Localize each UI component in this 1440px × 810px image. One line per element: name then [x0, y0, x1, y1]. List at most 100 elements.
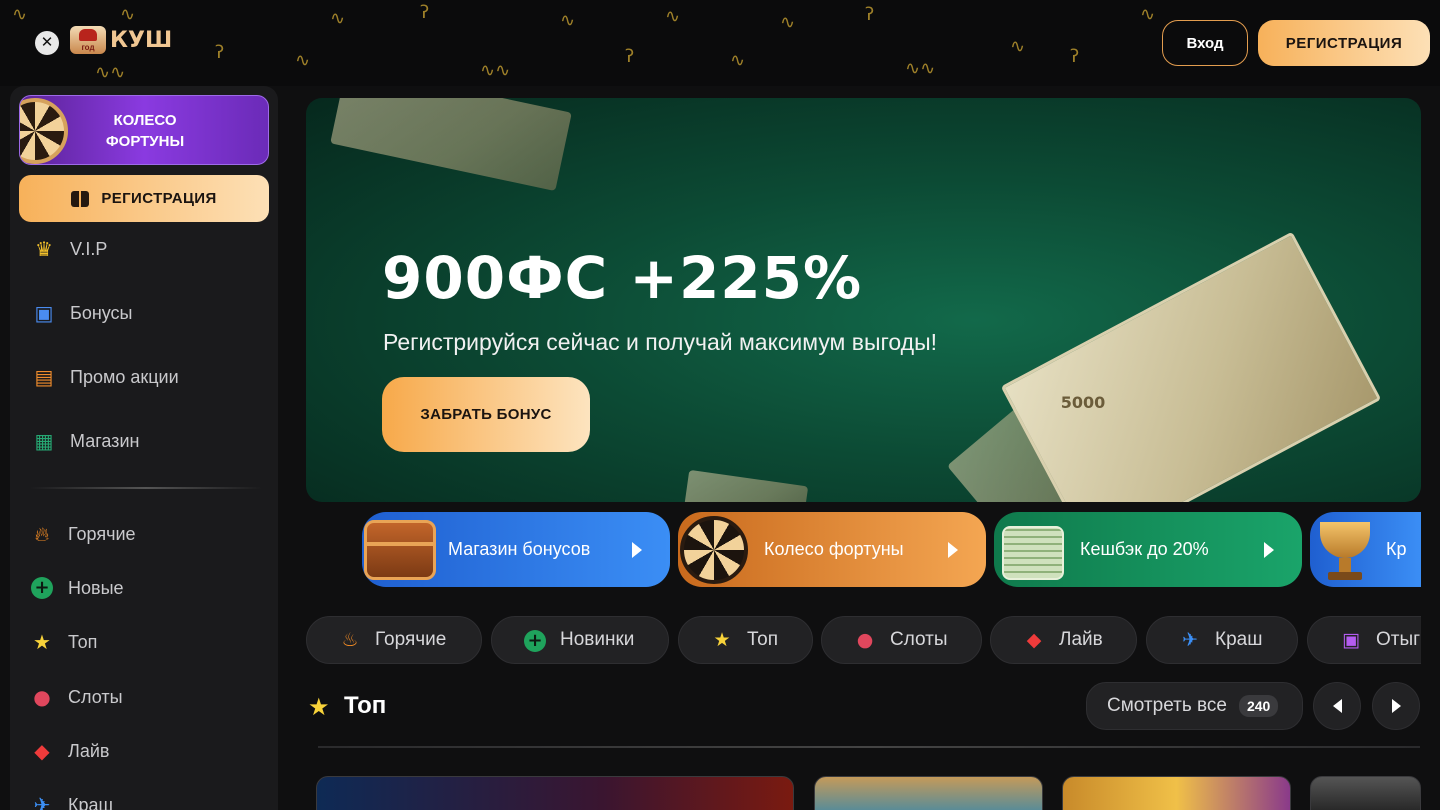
confetti-decor: ∿: [295, 50, 311, 71]
see-all-button[interactable]: Смотреть все 240: [1086, 682, 1303, 730]
chevron-right-icon: [1264, 541, 1274, 558]
confetti-decor: ∿∿: [95, 62, 126, 83]
claim-bonus-button[interactable]: ЗАБРАТЬ БОНУС: [382, 377, 590, 452]
banknote-decor: [330, 98, 572, 192]
confetti-decor: ʔ: [215, 42, 225, 63]
confetti-decor: ∿: [560, 10, 576, 31]
chip-label: Горячие: [375, 629, 447, 650]
crown-icon: ♛: [35, 237, 53, 261]
hero-banner[interactable]: 5000 900ФС +225% Регистрируйся сейчас и …: [306, 98, 1421, 502]
confetti-decor: ∿: [1010, 36, 1026, 57]
wheel-icon: [20, 98, 68, 164]
confetti-decor: ʔ: [865, 4, 875, 25]
cash-stack-icon: [994, 512, 1072, 587]
confetti-decor: ∿∿: [480, 60, 511, 81]
login-button[interactable]: Вход: [1162, 20, 1248, 66]
confetti-decor: ∿: [120, 4, 136, 25]
sidebar-item-crash[interactable]: ✈ Краш: [30, 793, 113, 810]
sidebar-register-label: РЕГИСТРАЦИЯ: [101, 190, 217, 207]
game-card[interactable]: [814, 776, 1043, 810]
plane-icon: ✈: [33, 793, 51, 810]
prev-button[interactable]: [1313, 682, 1361, 730]
register-button[interactable]: РЕГИСТРАЦИЯ: [1258, 20, 1430, 66]
confetti-decor: ∿: [780, 12, 796, 33]
sidebar-item-top[interactable]: ★ Топ: [30, 630, 97, 654]
fire-icon: ♨: [341, 629, 359, 651]
gift-icon: ▣: [34, 301, 54, 325]
game-card[interactable]: [1310, 776, 1421, 810]
promo-label: Кешбэк до 20%: [1080, 539, 1209, 559]
sidebar-register-button[interactable]: РЕГИСТРАЦИЯ: [19, 175, 269, 222]
chip-top[interactable]: ★ Топ: [678, 616, 813, 664]
banner-subtitle: Регистрируйся сейчас и получай максимум …: [383, 329, 938, 355]
sidebar-item-label: Горячие: [68, 523, 136, 544]
confetti-decor: ∿: [12, 4, 28, 25]
chevron-right-icon: [632, 541, 642, 558]
site-logo[interactable]: год КУШ: [70, 26, 172, 54]
game-card[interactable]: [1062, 776, 1291, 810]
sidebar-item-label: Лайв: [68, 740, 110, 761]
promo-label: Магазин бонусов: [448, 539, 591, 559]
promo-bonus-shop[interactable]: Магазин бонусов: [362, 512, 670, 587]
next-button[interactable]: [1372, 682, 1420, 730]
chevron-right-icon: [948, 541, 958, 558]
sidebar-item-shop[interactable]: ▦ Магазин: [32, 429, 140, 453]
plus-icon: +: [30, 576, 54, 600]
confetti-decor: ∿: [730, 50, 746, 71]
gift-icon: ▣: [1342, 629, 1360, 651]
sidebar-item-slots[interactable]: ● Слоты: [30, 685, 123, 709]
cherry-icon: ●: [856, 629, 874, 651]
games-count-badge: 240: [1238, 695, 1279, 717]
promo-label: Кр: [1386, 539, 1407, 559]
sidebar: КОЛЕСО ФОРТУНЫ РЕГИСТРАЦИЯ ♛ V.I.P ▣ Бон…: [10, 86, 278, 810]
wheel-icon: [678, 512, 756, 587]
sidebar-item-hot[interactable]: 🔥︎ Горячие: [30, 522, 136, 546]
chip-slots[interactable]: ● Слоты: [821, 616, 982, 664]
logo-text: КУШ: [110, 27, 173, 53]
sidebar-item-promo[interactable]: ▤ Промо акции: [32, 365, 179, 389]
chip-wagering[interactable]: ▣ Отыг: [1307, 616, 1421, 664]
sidebar-item-vip[interactable]: ♛ V.I.P: [32, 237, 107, 261]
sidebar-item-new[interactable]: + Новые: [30, 576, 124, 600]
live-icon: ◆: [34, 739, 50, 763]
confetti-decor: ∿∿: [905, 58, 936, 79]
promo-cashback[interactable]: Кешбэк до 20%: [994, 512, 1302, 587]
confetti-decor: ∿: [330, 8, 346, 29]
banknote-value: 5000: [1060, 392, 1106, 412]
sidebar-divider: [30, 487, 262, 489]
sidebar-item-live[interactable]: ◆ Лайв: [30, 739, 109, 763]
chip-label: Слоты: [890, 629, 948, 650]
star-icon: ★: [713, 629, 731, 651]
chip-new[interactable]: + Новинки: [491, 616, 669, 664]
trophy-icon: [1310, 512, 1380, 587]
sidebar-item-label: Слоты: [68, 686, 123, 707]
banknote-decor: [683, 469, 809, 502]
chevron-left-icon: [1332, 699, 1342, 713]
sidebar-item-label: Промо акции: [70, 366, 179, 387]
wheel-label: КОЛЕСО ФОРТУНЫ: [105, 112, 185, 150]
sidebar-item-label: V.I.P: [70, 238, 108, 259]
confetti-decor: ʔ: [1070, 46, 1080, 67]
chip-label: Топ: [747, 629, 778, 650]
game-card[interactable]: [316, 776, 794, 810]
confetti-decor: ʔ: [625, 46, 635, 67]
sidebar-item-label: Краш: [68, 794, 113, 810]
chip-crash[interactable]: ✈ Краш: [1146, 616, 1298, 664]
section-divider: [318, 746, 1420, 748]
chip-live[interactable]: ◆ Лайв: [990, 616, 1137, 664]
wheel-of-fortune-card[interactable]: КОЛЕСО ФОРТУНЫ: [19, 95, 269, 165]
chip-label: Отыг: [1376, 629, 1421, 650]
treasure-chest-icon: [362, 512, 440, 587]
chip-label: Краш: [1215, 629, 1263, 650]
cherry-icon: ●: [33, 685, 51, 709]
promo-icon: ▤: [34, 365, 54, 389]
logo-badge: год: [70, 26, 106, 54]
close-icon[interactable]: ✕: [35, 31, 59, 55]
promo-tournament[interactable]: Кр: [1310, 512, 1421, 587]
confetti-decor: ∿: [1140, 4, 1156, 25]
chip-hot[interactable]: ♨ Горячие: [306, 616, 482, 664]
star-icon: ★: [33, 630, 51, 654]
promo-wheel[interactable]: Колесо фортуны: [678, 512, 986, 587]
sidebar-item-bonuses[interactable]: ▣ Бонусы: [32, 301, 133, 325]
confetti-decor: ∿: [665, 6, 681, 27]
